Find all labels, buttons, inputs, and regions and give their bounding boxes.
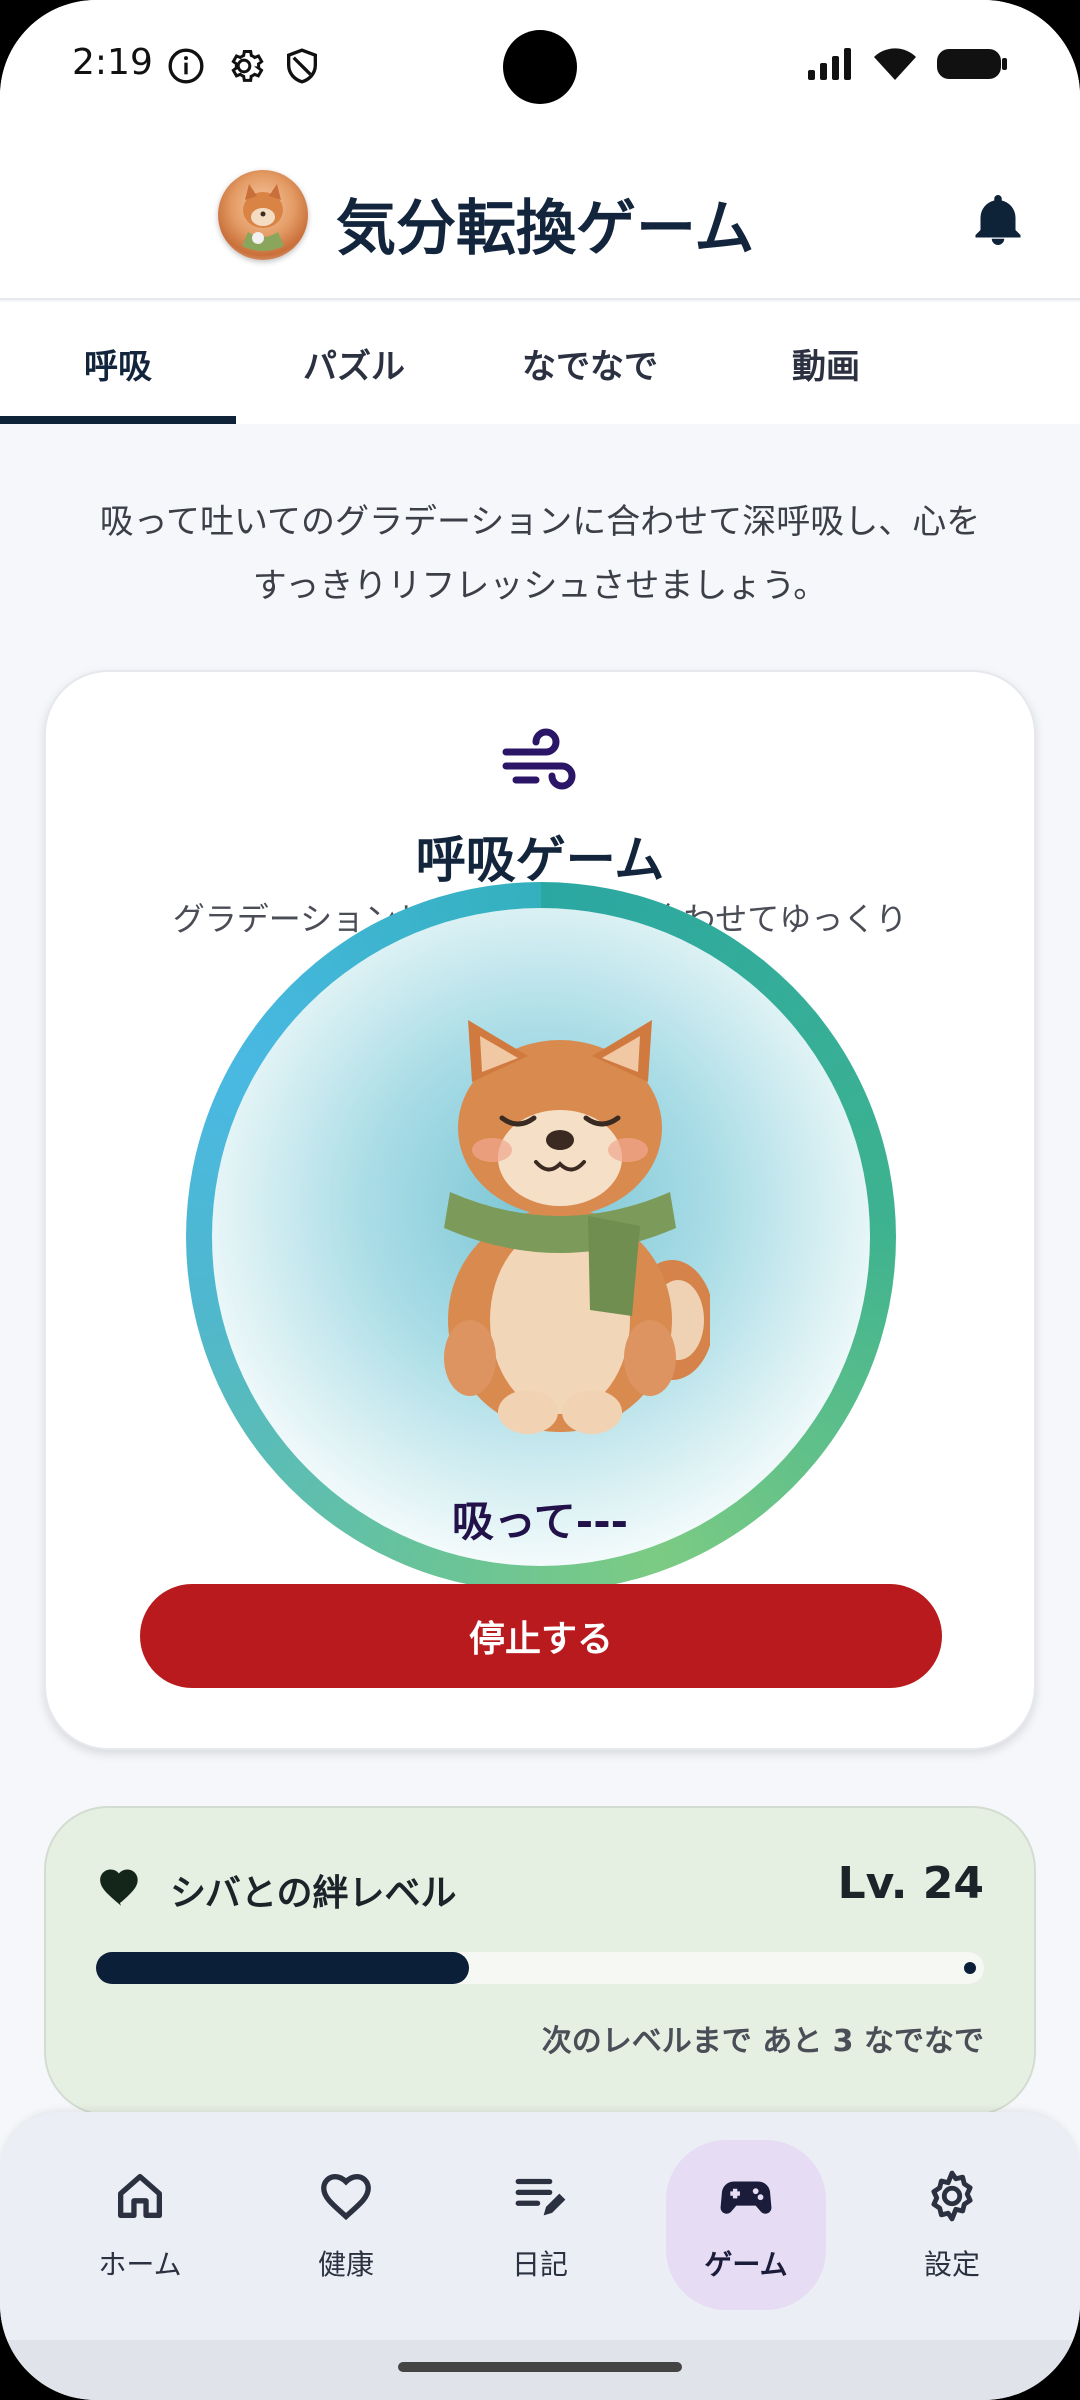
status-bar: 2:19: [0, 0, 1080, 140]
nav-settings[interactable]: 設定: [872, 2140, 1032, 2310]
bond-level-value: Lv. 24: [837, 1858, 984, 1909]
signal-icon: [808, 48, 851, 80]
home-indicator[interactable]: [398, 2362, 682, 2372]
tab-petting[interactable]: なでなで: [472, 302, 708, 424]
info-icon: [168, 48, 204, 84]
wind-icon: [502, 728, 576, 790]
phone-screen: 2:19 気分転換ゲーム 呼吸 パズル なでなで 動画 吸って吐いてのグラデーシ…: [0, 0, 1080, 2400]
nav-home-label: ホーム: [98, 2248, 182, 2281]
tab-breathing[interactable]: 呼吸: [0, 302, 236, 424]
heart-icon: [100, 1869, 138, 1906]
settings-status-icon: [231, 50, 264, 82]
shiba-avatar-icon: [242, 184, 284, 251]
nav-diary[interactable]: 日記: [460, 2140, 620, 2310]
tab-bar: 呼吸 パズル なでなで 動画: [0, 302, 1080, 424]
bond-level-title: シバとの絆レベル: [170, 1873, 457, 1914]
stop-button[interactable]: 停止する: [140, 1584, 942, 1688]
nav-game-label: ゲーム: [704, 2248, 788, 2281]
nav-diary-label: 日記: [511, 2248, 568, 2281]
app-bar: 気分転換ゲーム: [0, 140, 1080, 300]
bond-next-level-text: 次のレベルまで あと 3 なでなで: [541, 2024, 984, 2059]
bond-progress-fill: [96, 1952, 469, 1984]
wifi-icon: [874, 48, 916, 80]
nav-home[interactable]: ホーム: [60, 2140, 220, 2310]
breathing-phase-label: 吸って---: [451, 1497, 629, 1546]
app-logo: [218, 170, 308, 260]
nav-health[interactable]: 健康: [266, 2140, 426, 2310]
bell-icon[interactable]: [968, 190, 1028, 250]
status-notification-icons: [166, 46, 322, 86]
nav-settings-label: 設定: [923, 2248, 980, 2281]
nav-game[interactable]: ゲーム: [666, 2140, 826, 2310]
status-system-icons: [806, 46, 1008, 82]
bond-progress-end-marker: [964, 1962, 976, 1974]
gear-icon: [931, 2170, 973, 2222]
tab-puzzle[interactable]: パズル: [236, 302, 472, 424]
heart-outline-icon: [321, 2174, 371, 2221]
shiba-dog-illustration: [444, 1020, 710, 1434]
gamepad-icon: [720, 2181, 772, 2214]
shield-icon: [287, 48, 317, 84]
nav-health-label: 健康: [317, 2248, 374, 2281]
battery-icon: [937, 49, 1007, 79]
front-camera: [503, 30, 577, 104]
edit-note-icon: [515, 2178, 566, 2216]
home-icon: [118, 2174, 162, 2218]
page-title: 気分転換ゲーム: [336, 194, 755, 264]
tab-spacer: [944, 302, 1080, 424]
intro-text: 吸って吐いてのグラデーションに合わせて深呼吸し、心をすっきりリフレッシュさせまし…: [99, 502, 981, 606]
status-time: 2:19: [72, 42, 153, 83]
tab-video[interactable]: 動画: [708, 302, 944, 424]
